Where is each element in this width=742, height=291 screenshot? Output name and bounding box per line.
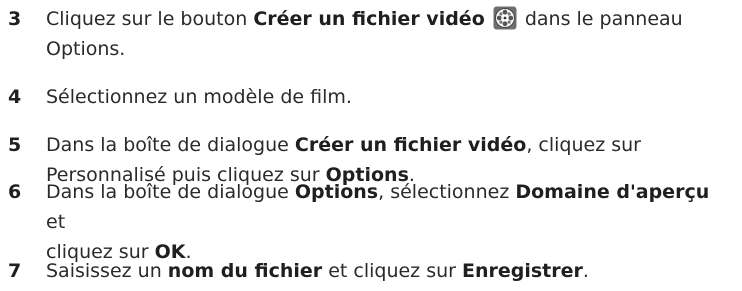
step-number: 7 xyxy=(8,260,22,282)
step-text-suffix: dans le panneau xyxy=(518,8,683,30)
save-label: Enregistrer xyxy=(462,260,583,282)
step-text: Dans la boîte de dialogue Options, sélec… xyxy=(46,177,716,267)
step-text-middle: , sélectionnez xyxy=(378,181,516,203)
create-video-file-dialog-label: Créer un fichier vidéo xyxy=(294,134,527,156)
options-dialog-label: Options xyxy=(294,181,379,203)
step-text-middle: et cliquez sur xyxy=(322,260,462,282)
step-text-prefix: Dans la boîte de dialogue xyxy=(46,181,295,203)
film-reel-icon xyxy=(493,6,517,30)
create-video-file-label: Créer un fichier vidéo xyxy=(253,8,485,30)
preview-range-label: Domaine d'aperçu xyxy=(515,181,710,203)
step-number: 4 xyxy=(8,86,22,108)
step-text-suffix: . xyxy=(582,260,589,282)
step-text-prefix: Cliquez sur le bouton xyxy=(46,8,254,30)
instruction-steps: 3 Cliquez sur le bouton Créer un fichier… xyxy=(0,0,742,291)
step-text-prefix: Dans la boîte de dialogue xyxy=(46,134,295,156)
step-number: 6 xyxy=(8,181,22,203)
step-text-suffix: , cliquez sur xyxy=(526,134,641,156)
step-text-suffix: et xyxy=(46,211,66,233)
step-text-prefix: Saisissez un xyxy=(46,260,168,282)
file-name-label: nom du fichier xyxy=(167,260,323,282)
step-text-line2: Options. xyxy=(46,38,126,60)
step-number: 5 xyxy=(8,134,22,156)
step-text: Cliquez sur le bouton Créer un fichier v… xyxy=(46,4,716,64)
step-text: Saisissez un nom du fichier et cliquez s… xyxy=(46,256,716,286)
step-text: Sélectionnez un modèle de film. xyxy=(46,86,352,108)
step-number: 3 xyxy=(8,8,22,30)
